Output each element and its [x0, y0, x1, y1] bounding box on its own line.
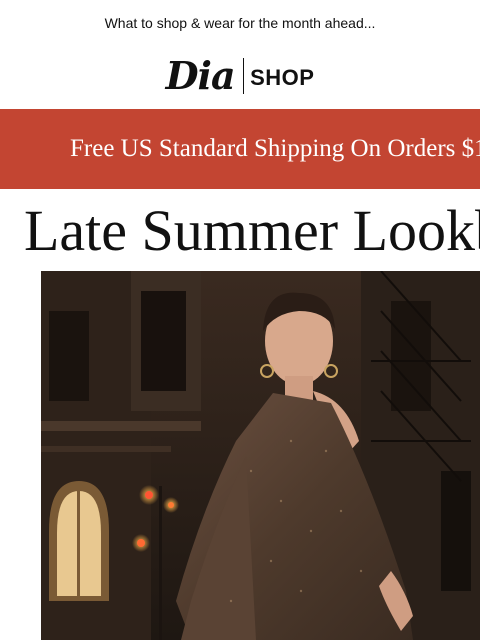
page-headline: Late Summer Lookb [24, 198, 480, 263]
shipping-banner[interactable]: Free US Standard Shipping On Orders $1 [0, 109, 480, 189]
fashion-photo-icon [41, 271, 480, 640]
shipping-banner-text: Free US Standard Shipping On Orders $1 [70, 135, 480, 162]
preheader-text: What to shop & wear for the month ahead.… [104, 15, 376, 31]
hero-image[interactable] [41, 271, 480, 640]
logo-divider [242, 58, 245, 94]
brand-logo[interactable]: Dia SHOP [0, 52, 480, 100]
logo-shop-label: SHOP [250, 65, 315, 90]
logo-wordmark: Dia [165, 53, 236, 98]
